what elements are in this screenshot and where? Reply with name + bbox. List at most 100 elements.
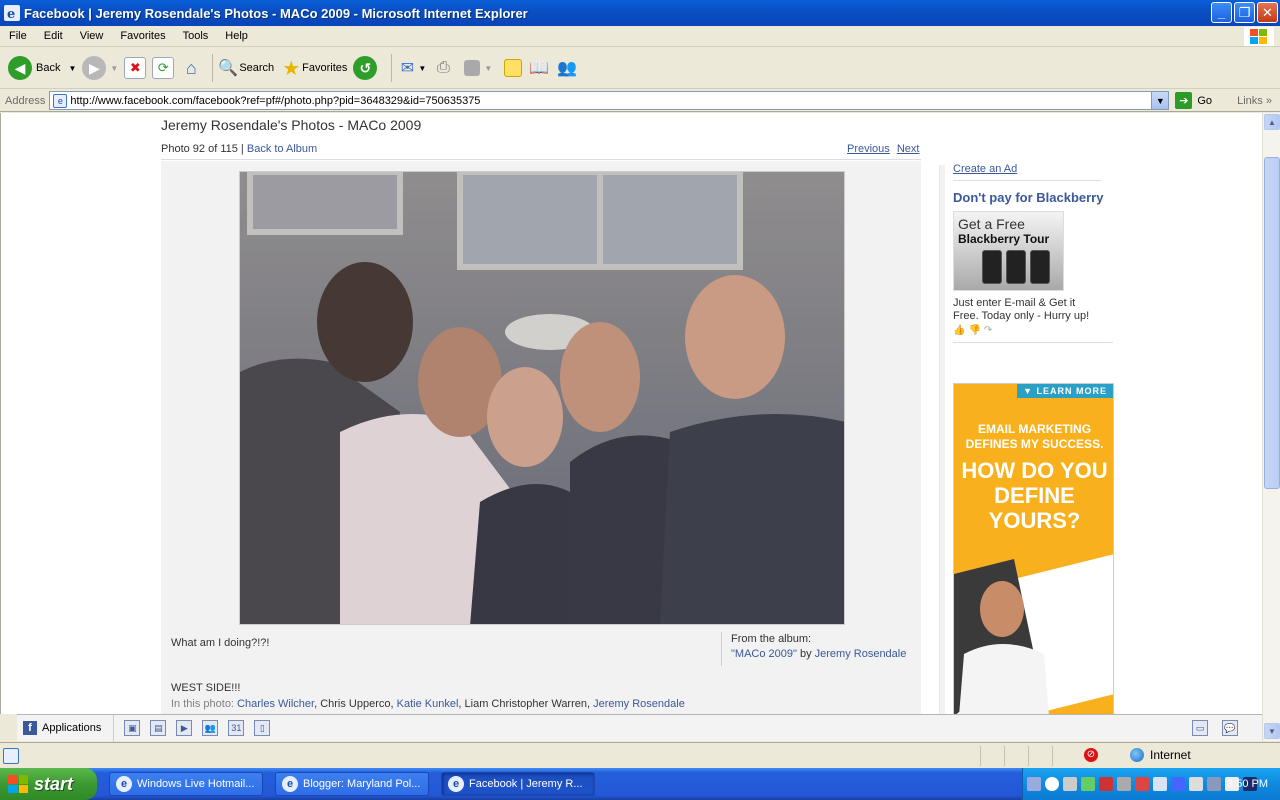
- stop-button[interactable]: ✖: [124, 52, 147, 84]
- address-url[interactable]: http://www.facebook.com/facebook?ref=pf#…: [70, 95, 480, 107]
- menu-file[interactable]: File: [0, 30, 35, 42]
- tag-link[interactable]: Katie Kunkel: [397, 698, 459, 710]
- tray-device-icon[interactable]: [1117, 777, 1131, 791]
- edit-dropdown-icon[interactable]: ▼: [484, 64, 492, 73]
- menu-edit[interactable]: Edit: [35, 30, 71, 42]
- close-button[interactable]: ✕: [1257, 2, 1278, 23]
- menu-view[interactable]: View: [71, 30, 112, 42]
- maximize-button[interactable]: ❐: [1234, 2, 1255, 23]
- next-link[interactable]: Next: [897, 143, 920, 155]
- notes-app-icon[interactable]: ▤: [150, 720, 167, 736]
- back-button[interactable]: ◀ Back ▼: [8, 52, 76, 84]
- windows-logo-icon: [1244, 27, 1274, 46]
- album-name-link[interactable]: "MACo 2009": [731, 648, 797, 660]
- menu-tools[interactable]: Tools: [174, 30, 217, 42]
- learn-more-button[interactable]: ▼ LEARN MORE: [1017, 384, 1113, 398]
- ads-column: Create an Ad Don't pay for Blackberry Ge…: [953, 163, 1113, 343]
- favorites-button[interactable]: ★ Favorites: [280, 52, 347, 84]
- security-zone[interactable]: Internet: [1130, 748, 1191, 762]
- search-label: Search: [239, 62, 275, 74]
- edit-button[interactable]: ▼: [460, 52, 492, 84]
- scroll-down-icon[interactable]: ▼: [1264, 723, 1280, 739]
- taskbar-item-facebook[interactable]: e Facebook | Jeremy R...: [441, 772, 595, 796]
- address-bar: Address e http://www.facebook.com/facebo…: [0, 90, 1280, 112]
- video-app-icon[interactable]: ▶: [176, 720, 193, 736]
- banner-ad[interactable]: ▼ LEARN MORE EMAIL MARKETING DEFINES MY …: [953, 383, 1114, 714]
- back-to-album-link[interactable]: Back to Album: [247, 143, 317, 155]
- prev-next-nav: Previous Next: [847, 143, 923, 155]
- chat-icon[interactable]: 💬: [1222, 720, 1238, 736]
- windows-flag-icon: [8, 775, 28, 793]
- menu-help[interactable]: Help: [216, 30, 256, 42]
- links-toolbar[interactable]: Links »: [1237, 95, 1272, 107]
- phone-icon: [982, 250, 1002, 284]
- messenger-button[interactable]: 👥: [556, 52, 578, 84]
- address-dropdown-icon[interactable]: ▼: [1151, 92, 1169, 109]
- tag-link[interactable]: Charles Wilcher: [237, 698, 314, 710]
- scroll-thumb[interactable]: [1264, 157, 1280, 489]
- refresh-button[interactable]: ⟳: [152, 52, 175, 84]
- applications-label: Applications: [42, 722, 102, 734]
- tray-antivirus-icon[interactable]: [1099, 777, 1113, 791]
- tray-help-icon[interactable]: [1207, 777, 1221, 791]
- events-app-icon[interactable]: 31: [228, 720, 245, 736]
- taskbar-item-blogger[interactable]: e Blogger: Maryland Pol...: [275, 772, 429, 796]
- print-button[interactable]: ⎙: [432, 52, 454, 84]
- photo-caption: What am I doing?!?!: [171, 637, 270, 649]
- groups-app-icon[interactable]: 👥: [202, 720, 219, 736]
- home-button[interactable]: ⌂: [180, 52, 202, 84]
- minimize-button[interactable]: _: [1211, 2, 1232, 23]
- back-dropdown-icon[interactable]: ▼: [68, 64, 76, 73]
- discuss-button[interactable]: [498, 52, 523, 84]
- phone-icon: [1030, 250, 1050, 284]
- tray-back-icon[interactable]: [1045, 777, 1059, 791]
- phone-icon: [1006, 250, 1026, 284]
- status-panes: [980, 746, 1076, 766]
- mail-dropdown-icon[interactable]: ▼: [418, 64, 426, 73]
- photo-image[interactable]: [239, 171, 845, 625]
- photo-counter: Photo 92 of 115: [161, 143, 238, 155]
- status-pane: [980, 746, 1004, 766]
- tray-bluetooth-icon[interactable]: [1171, 777, 1185, 791]
- previous-link[interactable]: Previous: [847, 143, 890, 155]
- search-button[interactable]: 🔍 Search: [217, 52, 274, 84]
- task-label: Facebook | Jeremy R...: [469, 778, 583, 790]
- applications-button[interactable]: f Applications: [17, 714, 115, 742]
- banner-line2: HOW DO YOU DEFINE YOURS?: [961, 458, 1108, 533]
- forward-button[interactable]: ▶ ▼: [82, 52, 118, 84]
- tray-display-icon[interactable]: [1189, 777, 1203, 791]
- create-ad-link[interactable]: Create an Ad: [953, 163, 1101, 181]
- photos-app-icon[interactable]: ▣: [124, 720, 141, 736]
- tray-pen-icon[interactable]: [1027, 777, 1041, 791]
- menu-favorites[interactable]: Favorites: [111, 30, 173, 42]
- links-app-icon[interactable]: ▯: [254, 720, 271, 736]
- nav-separator: |: [237, 143, 247, 155]
- popup-blocked-icon[interactable]: ⊘: [1084, 748, 1098, 762]
- start-button[interactable]: start: [0, 768, 97, 800]
- sidebar-divider: [939, 165, 945, 714]
- tray-volume-icon[interactable]: [1153, 777, 1167, 791]
- address-input[interactable]: e http://www.facebook.com/facebook?ref=p…: [49, 91, 1170, 110]
- tray-shield-icon[interactable]: [1135, 777, 1149, 791]
- go-button[interactable]: ➔ Go: [1175, 92, 1212, 109]
- vertical-scrollbar[interactable]: ▲ ▼: [1262, 113, 1280, 741]
- taskbar-item-hotmail[interactable]: e Windows Live Hotmail...: [109, 772, 263, 796]
- clock[interactable]: 3:50 PM: [1227, 778, 1268, 790]
- mail-button[interactable]: ✉ ▼: [396, 52, 427, 84]
- scroll-up-icon[interactable]: ▲: [1264, 114, 1280, 130]
- status-pane: [1052, 746, 1076, 766]
- tray-network-icon[interactable]: [1063, 777, 1077, 791]
- album-owner-link[interactable]: Jeremy Rosendale: [815, 648, 907, 660]
- mail-icon: ✉: [400, 60, 415, 77]
- tag-link[interactable]: Jeremy Rosendale: [593, 698, 685, 710]
- forward-dropdown-icon[interactable]: ▼: [110, 64, 118, 73]
- tray-signal-icon[interactable]: [1081, 777, 1095, 791]
- history-button[interactable]: ↺: [353, 52, 381, 84]
- ad-feedback-icons[interactable]: 👍👎↷: [953, 325, 1113, 336]
- ad-image[interactable]: Get a Free Blackberry Tour: [953, 211, 1064, 291]
- online-friends-icon[interactable]: ▭: [1192, 720, 1208, 736]
- research-button[interactable]: 📖: [528, 52, 550, 84]
- history-icon: ↺: [353, 56, 378, 80]
- ad-title[interactable]: Don't pay for Blackberry: [953, 191, 1113, 205]
- window-titlebar[interactable]: e Facebook | Jeremy Rosendale's Photos -…: [0, 0, 1280, 26]
